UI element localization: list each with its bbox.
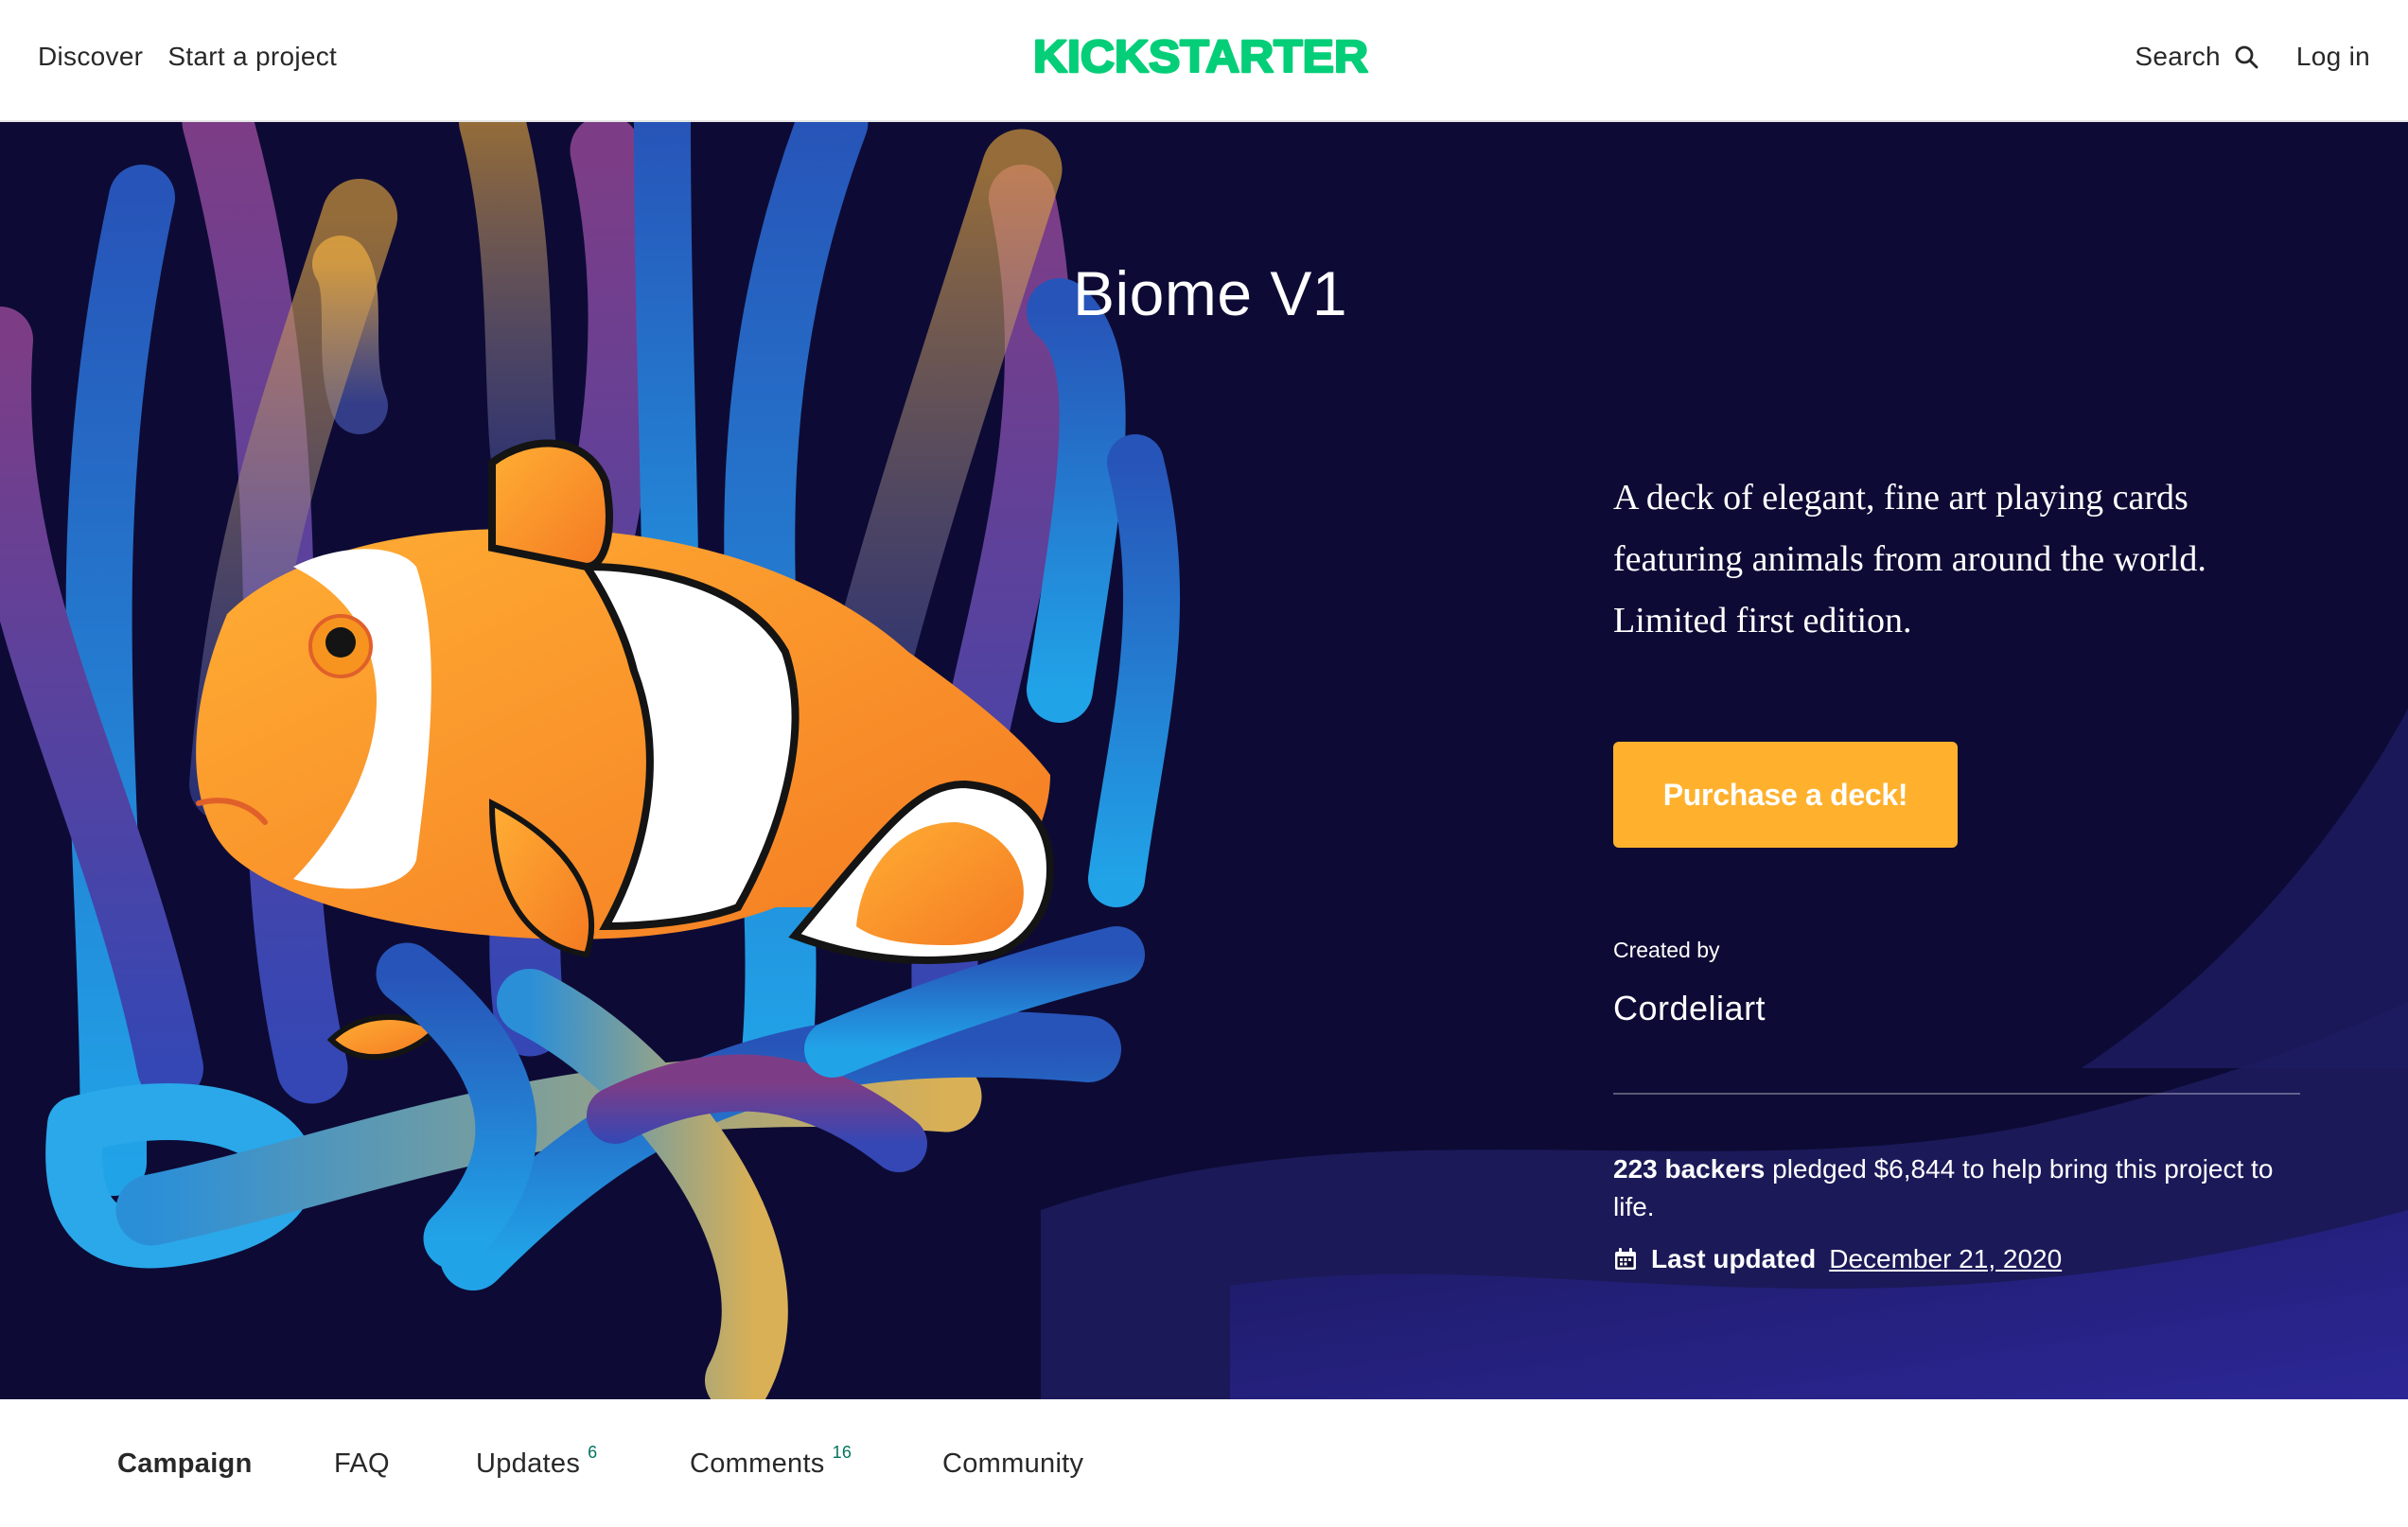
tab-count-badge: 16 <box>832 1443 852 1462</box>
nav-right: Search Log in <box>2135 0 2370 114</box>
blurb-line: A deck of elegant, fine art playing card… <box>1613 478 2188 518</box>
creator-name-link[interactable]: Cordeliart <box>1613 989 1766 1028</box>
tab-label: Community <box>942 1448 1084 1479</box>
tab-comments[interactable]: Comments 16 <box>690 1443 852 1480</box>
search-label: Search <box>2135 42 2221 71</box>
tab-community[interactable]: Community <box>942 1448 1083 1480</box>
last-updated-label: Last updated <box>1651 1244 1817 1273</box>
purchase-deck-button[interactable]: Purchase a deck! <box>1613 742 1958 848</box>
tab-label: Comments <box>690 1448 825 1479</box>
search-button[interactable]: Search <box>2135 42 2259 72</box>
kickstarter-logo[interactable]: KICKSTARTER <box>1031 34 1370 78</box>
background-wave-right <box>2082 709 2408 1068</box>
last-updated-date-link[interactable]: December 21, 2020 <box>1829 1244 2062 1274</box>
blurb-line: featuring animals from around the world. <box>1613 539 2206 579</box>
kickstarter-logo-text: KICKSTARTER <box>1033 34 1368 78</box>
tab-label: FAQ <box>334 1448 390 1479</box>
project-title: Biome V1 <box>1073 258 1348 328</box>
project-hero: Biome V1 A deck of elegant, fine art pla… <box>0 122 2408 1399</box>
nav-left: Discover Start a project <box>38 0 337 114</box>
created-by-label: Created by <box>1613 938 1720 962</box>
search-icon <box>2235 45 2259 69</box>
start-project-link[interactable]: Start a project <box>167 42 337 72</box>
anemone-front-tentacles <box>45 926 1145 1399</box>
login-link[interactable]: Log in <box>2296 42 2370 72</box>
tab-campaign[interactable]: Campaign <box>117 1448 253 1480</box>
project-tabs: Campaign FAQ Updates 6 Comments 16 Communi… <box>0 1399 2408 1527</box>
tab-updates[interactable]: Updates 6 <box>476 1443 597 1480</box>
divider <box>1613 1093 2300 1095</box>
project-blurb: A deck of elegant, fine art playing card… <box>1613 467 2294 652</box>
funding-summary: 223 backers pledged $6,844 to help bring… <box>1613 1150 2313 1226</box>
blurb-line: Limited first edition. <box>1613 601 1912 641</box>
tab-count-badge: 6 <box>588 1443 598 1462</box>
tab-faq[interactable]: FAQ <box>334 1448 390 1480</box>
tab-label: Updates <box>476 1448 581 1479</box>
calendar-icon <box>1615 1248 1636 1270</box>
backers-count: 223 backers <box>1613 1154 1766 1184</box>
top-navigation-bar: Discover Start a project KICKSTARTER Sea… <box>0 0 2408 122</box>
discover-link[interactable]: Discover <box>38 42 143 72</box>
last-updated: Last updated December 21, 2020 <box>1613 1240 2062 1278</box>
tab-label: Campaign <box>117 1448 253 1479</box>
